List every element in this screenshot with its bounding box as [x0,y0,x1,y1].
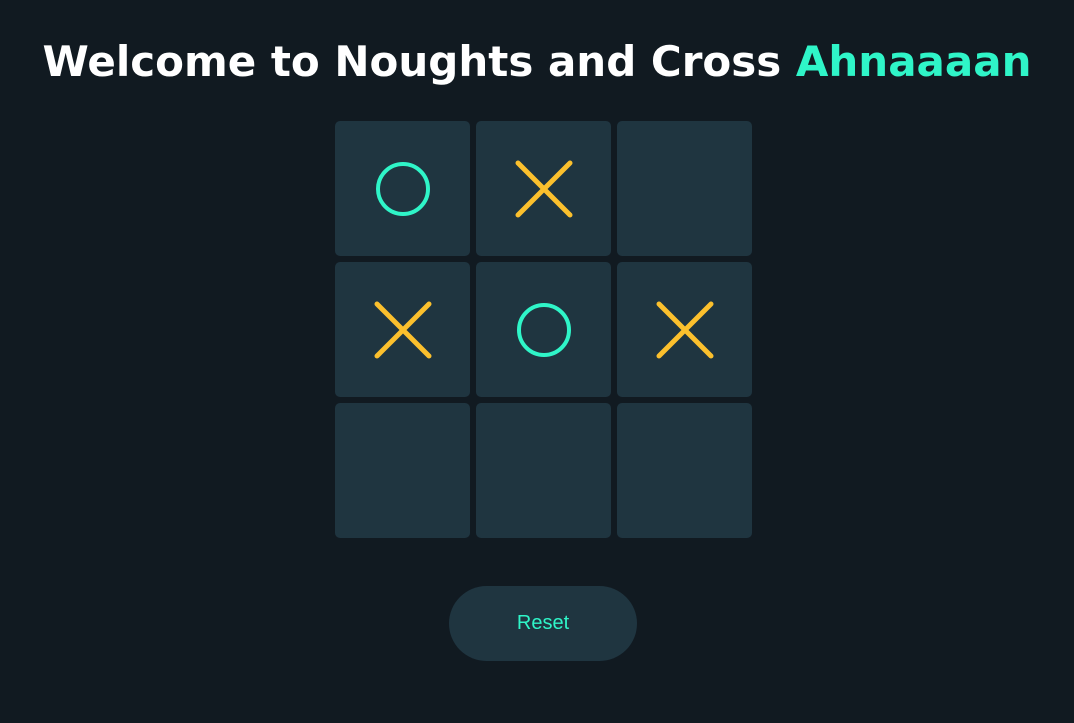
board-cell-4[interactable] [335,262,470,397]
page-title: Welcome to Noughts and Cross Ahnaaaan [0,36,1074,88]
cross-icon [374,301,431,358]
nought-icon [516,302,571,357]
game-page: Welcome to Noughts and Cross Ahnaaaan Re… [0,0,1074,723]
board-cell-8[interactable] [476,403,611,538]
board-cell-9[interactable] [617,403,752,538]
title-text: Welcome to Noughts and Cross [42,37,796,86]
board-cell-1[interactable] [335,121,470,256]
player-name: Ahnaaaan [795,37,1032,86]
game-board [335,121,752,538]
nought-icon [375,161,430,216]
board-cell-6[interactable] [617,262,752,397]
board-cell-3[interactable] [617,121,752,256]
board-cell-5[interactable] [476,262,611,397]
cross-icon [515,160,572,217]
board-cell-2[interactable] [476,121,611,256]
board-cell-7[interactable] [335,403,470,538]
cross-icon [656,301,713,358]
reset-button[interactable]: Reset [449,586,637,661]
